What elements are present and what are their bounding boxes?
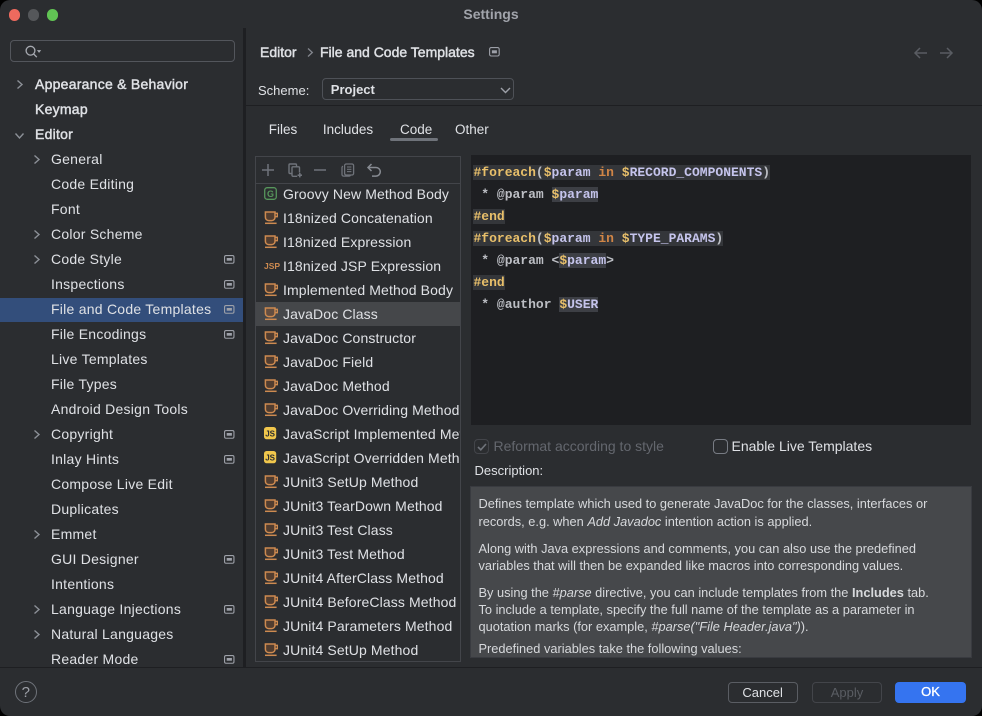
- svg-text:JS: JS: [265, 454, 275, 463]
- svg-text:JS: JS: [265, 430, 275, 439]
- svg-text:G: G: [267, 189, 274, 199]
- svg-text:JSP: JSP: [264, 261, 280, 271]
